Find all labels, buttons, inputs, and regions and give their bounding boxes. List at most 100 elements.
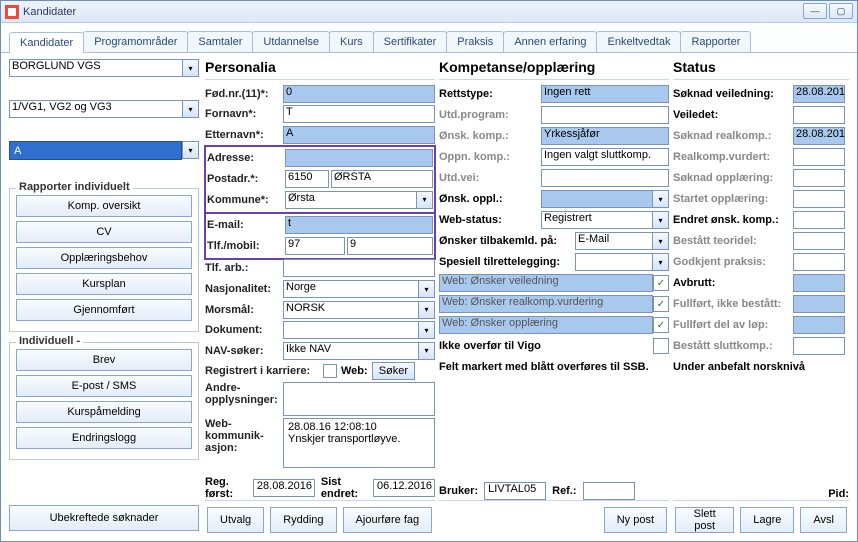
etternavn-label: Etternavn*: <box>205 129 283 141</box>
kursplan-button[interactable]: Kursplan <box>16 273 192 295</box>
chevron-down-icon[interactable]: ▾ <box>652 232 669 250</box>
morsmal-select[interactable]: NORSK▾ <box>283 301 435 319</box>
chevron-down-icon[interactable]: ▾ <box>182 141 199 159</box>
nav-select[interactable]: Ikke NAV▾ <box>283 342 435 360</box>
web-check[interactable]: ✓ <box>653 296 669 312</box>
kompetanse-input[interactable]: Ingen valgt sluttkomp. <box>541 148 669 166</box>
dokument-select[interactable]: ▾ <box>283 321 435 339</box>
status-input[interactable] <box>793 106 845 124</box>
tab-utdannelse[interactable]: Utdannelse <box>252 31 330 52</box>
chevron-down-icon[interactable]: ▾ <box>652 190 669 208</box>
status-input[interactable] <box>793 253 845 271</box>
status-input[interactable] <box>793 274 845 292</box>
level-select[interactable]: 1/VG1, VG2 og VG3▾ <box>9 100 199 137</box>
avslutt-button[interactable]: Avsl <box>800 507 847 533</box>
poststed-input[interactable]: ØRSTA <box>331 170 433 188</box>
candidate-select[interactable]: A▾ <box>9 141 199 178</box>
chevron-down-icon[interactable]: ▾ <box>418 342 435 360</box>
chevron-down-icon[interactable]: ▾ <box>182 59 199 77</box>
tlf2-input[interactable]: 9 <box>347 237 433 255</box>
status-row: Godkjent praksis: <box>673 252 849 272</box>
tab-sertifikater[interactable]: Sertifikater <box>373 31 448 52</box>
chevron-down-icon[interactable]: ▾ <box>418 280 435 298</box>
minimize-button[interactable]: — <box>803 3 827 19</box>
regkarriere-check[interactable] <box>323 364 337 378</box>
kompetanse-select[interactable]: ▾ <box>541 190 669 208</box>
status-input[interactable] <box>793 169 845 187</box>
tab-samtaler[interactable]: Samtaler <box>187 31 253 52</box>
adresse-input[interactable] <box>285 149 433 167</box>
web-check[interactable]: ✓ <box>653 275 669 291</box>
maximize-button[interactable]: ▢ <box>829 3 853 19</box>
email-input[interactable]: t <box>285 216 433 234</box>
status-input[interactable] <box>793 337 845 355</box>
tlf1-input[interactable]: 97 <box>285 237 345 255</box>
sistendret-input[interactable]: 06.12.2016 <box>373 479 435 497</box>
rydding-button[interactable]: Rydding <box>270 507 336 533</box>
ref-input[interactable] <box>583 482 635 500</box>
school-select[interactable]: BORGLUND VGS▾ <box>9 59 199 96</box>
brev-button[interactable]: Brev <box>16 349 192 371</box>
status-input[interactable]: 28.08.201 <box>793 127 845 145</box>
status-col: Status Søknad veiledning:28.08.201Veiled… <box>673 59 849 535</box>
chevron-down-icon[interactable]: ▾ <box>652 253 669 271</box>
ubekreftede-button[interactable]: Ubekreftede søknader <box>9 505 199 531</box>
kompetanse-input[interactable]: Yrkessjåfør <box>541 127 669 145</box>
chevron-down-icon[interactable]: ▾ <box>418 321 435 339</box>
regforst-input[interactable]: 28.08.2016 <box>253 479 315 497</box>
andre-input[interactable] <box>283 382 435 416</box>
chevron-down-icon[interactable]: ▾ <box>418 301 435 319</box>
ikke-overfor-check[interactable] <box>653 338 669 354</box>
tab-kandidater[interactable]: Kandidater <box>9 32 84 53</box>
epost-sms-button[interactable]: E-post / SMS <box>16 375 192 397</box>
ajourfore-button[interactable]: Ajourføre fag <box>343 507 433 533</box>
ny-post-button[interactable]: Ny post <box>604 507 667 533</box>
web-soker-button[interactable]: Søker <box>372 362 415 380</box>
web-check[interactable]: ✓ <box>653 317 669 333</box>
kompetanse-select[interactable]: Registrert▾ <box>541 211 669 229</box>
tlfarb-input[interactable] <box>283 259 435 277</box>
kompetanse-select[interactable]: ▾ <box>575 253 669 271</box>
chevron-down-icon[interactable]: ▾ <box>182 100 199 118</box>
tab-kurs[interactable]: Kurs <box>329 31 374 52</box>
nasjonalitet-select[interactable]: Norge▾ <box>283 280 435 298</box>
fod-input[interactable]: 0 <box>283 85 435 103</box>
tab-annen-erfaring[interactable]: Annen erfaring <box>503 31 597 52</box>
lagre-button[interactable]: Lagre <box>740 507 794 533</box>
fornavn-input[interactable]: T <box>283 105 435 123</box>
webkom-textarea[interactable]: 28.08.16 12:08:10 Ynskjer transportløyve… <box>283 418 435 468</box>
opplaeringsbehov-button[interactable]: Opplæringsbehov <box>16 247 192 269</box>
tab-praksis[interactable]: Praksis <box>446 31 504 52</box>
status-input[interactable] <box>793 190 845 208</box>
etternavn-input[interactable]: A <box>283 126 435 144</box>
chevron-down-icon[interactable]: ▾ <box>652 211 669 229</box>
gjennomfort-button[interactable]: Gjennomført <box>16 299 192 321</box>
slett-post-button[interactable]: Slett post <box>675 507 734 533</box>
bruker-input[interactable]: LIVTAL05 <box>484 482 546 500</box>
kompetanse-input[interactable] <box>541 106 669 124</box>
utvalg-button[interactable]: Utvalg <box>207 507 264 533</box>
kurspamelding-button[interactable]: Kurspåmelding <box>16 401 192 423</box>
postnr-input[interactable]: 6150 <box>285 170 329 188</box>
chevron-down-icon[interactable]: ▾ <box>416 191 433 209</box>
kompetanse-label: Ønsker tilbakemld. på: <box>439 235 575 247</box>
kompetanse-input[interactable] <box>541 169 669 187</box>
status-input[interactable] <box>793 148 845 166</box>
status-row: Bestått teoridel: <box>673 231 849 251</box>
status-label: Godkjent praksis: <box>673 256 793 268</box>
status-input[interactable] <box>793 211 845 229</box>
status-input[interactable] <box>793 232 845 250</box>
tab-rapporter[interactable]: Rapporter <box>680 31 751 52</box>
status-input[interactable] <box>793 316 845 334</box>
status-row: Søknad opplæring: <box>673 168 849 188</box>
komp-oversikt-button[interactable]: Komp. oversikt <box>16 195 192 217</box>
kompetanse-input[interactable]: Ingen rett <box>541 85 669 103</box>
cv-button[interactable]: CV <box>16 221 192 243</box>
tab-enkeltvedtak[interactable]: Enkeltvedtak <box>596 31 681 52</box>
status-input[interactable]: 28.08.201 <box>793 85 845 103</box>
kompetanse-select[interactable]: E-Mail▾ <box>575 232 669 250</box>
status-input[interactable] <box>793 295 845 313</box>
endringslogg-button[interactable]: Endringslogg <box>16 427 192 449</box>
tab-programomrader[interactable]: Programområder <box>83 31 188 52</box>
kommune-select[interactable]: Ørsta▾ <box>285 191 433 209</box>
